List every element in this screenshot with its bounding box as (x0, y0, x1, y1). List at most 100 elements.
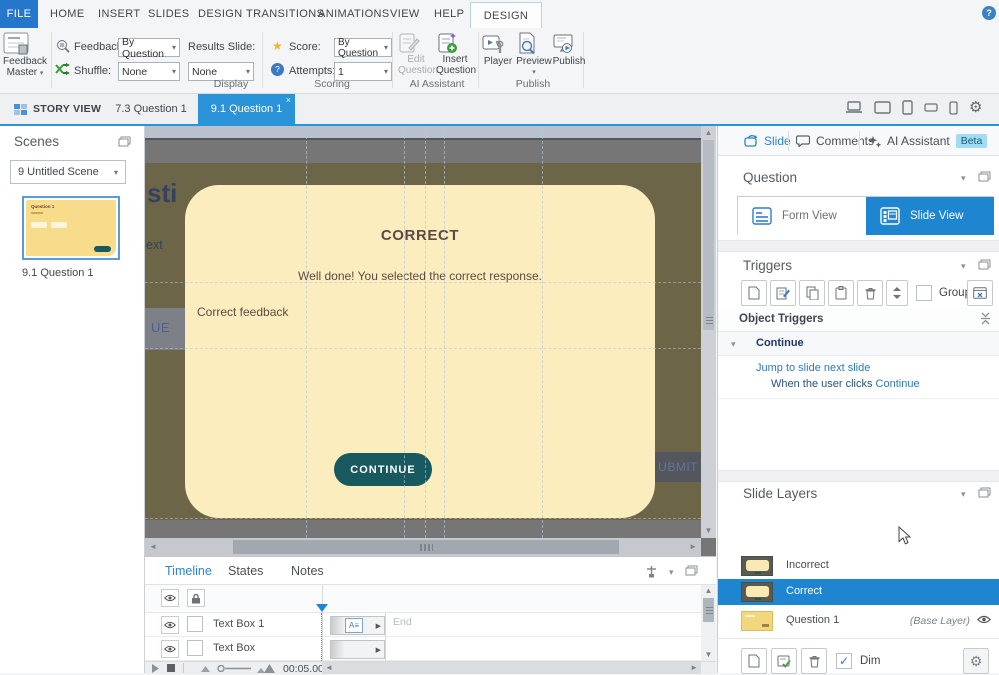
copy-trigger-button[interactable] (799, 280, 825, 306)
tab-timeline[interactable]: Timeline (165, 557, 212, 585)
feedback-placeholder-text[interactable]: Correct feedback (197, 305, 288, 319)
tab-states[interactable]: States (228, 557, 263, 585)
chevron-down-icon[interactable]: ▾ (961, 173, 966, 184)
chevron-down-icon[interactable]: ▾ (731, 339, 736, 350)
collapse-panel-icon[interactable] (685, 565, 698, 576)
scrollbar-thumb[interactable] (233, 540, 619, 554)
collapse-panel-icon[interactable] (978, 171, 991, 182)
slide-view-button[interactable]: Slide View (866, 197, 994, 235)
slide-thumbnail[interactable]: Question 1 (22, 196, 120, 260)
timeline-row-label[interactable]: Text Box 1 (213, 618, 264, 630)
collapse-panel-icon[interactable] (978, 259, 991, 270)
tab-animations[interactable]: ANIMATIONS (318, 0, 390, 28)
help-icon[interactable]: ? (982, 6, 996, 20)
timeline-row-textbox1[interactable]: Text Box 1 (145, 613, 716, 637)
close-icon[interactable]: × (286, 95, 291, 105)
scrollbar-thumb[interactable] (703, 598, 714, 622)
layer-row-question1-base[interactable]: Question 1 (Base Layer) (718, 608, 999, 634)
collapse-tree-icon[interactable] (645, 565, 658, 578)
insert-question-button[interactable]: Insert Question (436, 32, 474, 76)
scroll-down-icon[interactable]: ▼ (701, 651, 716, 659)
dim-checkbox[interactable]: ✓ (836, 653, 852, 669)
form-view-button[interactable]: Form View (738, 197, 866, 235)
tab-design-contextual[interactable]: DESIGN (470, 2, 542, 28)
scroll-left-icon[interactable]: ◄ (149, 543, 157, 551)
player-button[interactable]: Player (482, 32, 514, 67)
playhead-marker[interactable] (316, 604, 328, 612)
layer-visibility-eye-icon[interactable] (977, 615, 991, 624)
timeline-clip-textbox[interactable]: ▶ (330, 640, 385, 659)
shuffle-dropdown[interactable]: None▾ (118, 62, 180, 81)
lock-checkbox[interactable] (187, 640, 203, 656)
publish-button[interactable]: Publish (552, 32, 586, 67)
desktop-icon[interactable] (874, 101, 891, 114)
visibility-eye-toggle[interactable] (161, 640, 179, 658)
scroll-right-icon[interactable]: ► (690, 664, 698, 672)
timeline-row-label[interactable]: Text Box (213, 642, 255, 654)
phone-landscape-icon[interactable] (924, 103, 938, 112)
collapse-panel-icon[interactable] (118, 136, 131, 147)
scene-selector[interactable]: 9 Untitled Scene▾ (10, 160, 126, 184)
feedback-body-text[interactable]: Well done! You selected the correct resp… (185, 269, 655, 283)
edit-trigger-button[interactable] (770, 280, 796, 306)
layer-row-incorrect[interactable]: Incorrect (718, 553, 999, 579)
scroll-down-icon[interactable]: ▼ (701, 527, 716, 535)
feedback-dropdown[interactable]: By Question▾ (118, 38, 180, 57)
tab-help[interactable]: HELP (434, 0, 464, 28)
story-view-button[interactable]: STORY VIEW (14, 94, 101, 124)
play-icon[interactable] (151, 664, 159, 673)
tab-view[interactable]: VIEW (390, 0, 420, 28)
chevron-down-icon[interactable]: ▾ (961, 261, 966, 272)
lock-checkbox[interactable] (187, 616, 203, 632)
layer-properties-button[interactable] (771, 648, 797, 674)
delete-trigger-button[interactable] (857, 280, 883, 306)
chevron-down-icon[interactable]: ▾ (669, 567, 674, 578)
tab-ai-assistant[interactable]: AI Assistant Beta (868, 126, 987, 156)
edit-question-button[interactable]: Edit Question (398, 32, 434, 76)
scroll-up-icon[interactable]: ▲ (701, 585, 716, 595)
tab-question-7-3[interactable]: 7.3 Question 1 (105, 94, 197, 124)
timeline-clip-textbox1[interactable]: A≡ ▶ (330, 616, 385, 635)
new-trigger-button[interactable] (741, 280, 767, 306)
timeline-row-textbox[interactable]: Text Box (145, 637, 716, 661)
tab-comments[interactable]: Comments (796, 126, 874, 156)
canvas-vertical-scrollbar[interactable]: ▲ ▼ (701, 126, 716, 538)
score-dropdown[interactable]: By Question▾ (334, 38, 392, 57)
feedback-dialog[interactable]: CORRECT Well done! You selected the corr… (185, 185, 655, 518)
scroll-up-icon[interactable]: ▲ (701, 126, 716, 137)
tab-insert[interactable]: INSERT (98, 0, 141, 28)
feedback-master-button[interactable]: Feedback Master ▾ (2, 32, 48, 79)
show-all-toggle[interactable] (161, 589, 179, 607)
timeline-vertical-scrollbar[interactable]: ▲ ▼ (701, 585, 716, 661)
collapse-all-icon[interactable] (980, 312, 991, 325)
layer-row-correct-selected[interactable]: Correct (718, 579, 999, 605)
lock-all-toggle[interactable] (187, 589, 205, 607)
delete-layer-button[interactable] (801, 648, 827, 674)
zoom-in-icon[interactable] (257, 664, 275, 673)
tab-slides[interactable]: SLIDES (148, 0, 190, 28)
tab-notes[interactable]: Notes (291, 557, 324, 585)
laptop-icon[interactable] (845, 101, 863, 114)
preview-button[interactable]: Preview ▾ (516, 32, 552, 78)
phone-portrait-icon[interactable] (949, 101, 958, 115)
visibility-eye-toggle[interactable] (161, 616, 179, 634)
trigger-action-link[interactable]: Jump to slide next slide (756, 362, 870, 374)
gear-icon[interactable]: ⚙ (969, 100, 982, 115)
tablet-portrait-icon[interactable] (902, 100, 913, 115)
tab-transitions[interactable]: TRANSITIONS (246, 0, 324, 28)
collapse-panel-icon[interactable] (978, 487, 991, 498)
tab-home[interactable]: HOME (50, 0, 85, 28)
stop-icon[interactable] (167, 664, 175, 672)
clip-extend-icon[interactable]: ▶ (376, 646, 381, 654)
canvas-horizontal-scrollbar[interactable]: ◄ ► (145, 538, 701, 556)
scroll-left-icon[interactable]: ◄ (325, 664, 333, 672)
layer-settings-gear-button[interactable]: ⚙ (963, 648, 989, 674)
trigger-group-continue[interactable]: ▾ Continue (718, 332, 999, 356)
reorder-trigger-button[interactable] (886, 280, 908, 306)
trigger-condition[interactable]: When the user clicks Continue (771, 378, 920, 390)
timeline-horizontal-scrollbar[interactable]: ◄ ► (322, 662, 701, 674)
new-layer-button[interactable] (741, 648, 767, 674)
scroll-right-icon[interactable]: ► (689, 543, 697, 551)
tab-design[interactable]: DESIGN (198, 0, 243, 28)
continue-button[interactable]: CONTINUE (334, 453, 432, 486)
